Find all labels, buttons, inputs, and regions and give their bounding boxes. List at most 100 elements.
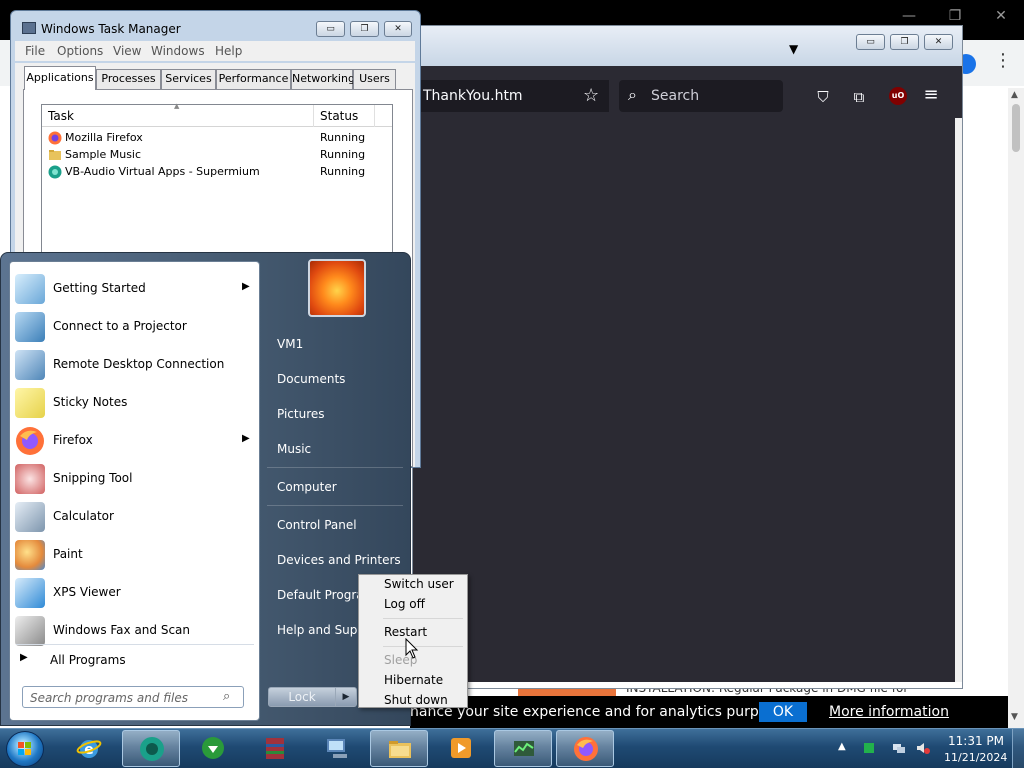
task-manager-app-icon <box>22 22 36 34</box>
program-getting-started[interactable]: Getting Started ▶ <box>12 270 258 308</box>
menu-view[interactable]: View <box>113 44 141 58</box>
program-remote-desktop[interactable]: Remote Desktop Connection <box>12 346 258 384</box>
link-vm1[interactable]: VM1 <box>267 329 407 359</box>
taskbar-supermium[interactable] <box>122 730 180 767</box>
start-button[interactable] <box>6 731 44 767</box>
search-icon[interactable]: ⌕ <box>223 689 230 704</box>
taskbar-network-app[interactable] <box>308 730 366 767</box>
taskbar-download-manager[interactable] <box>184 730 242 767</box>
program-sticky-notes[interactable]: Sticky Notes <box>12 384 258 422</box>
taskbar-firefox[interactable] <box>556 730 614 767</box>
taskbar-task-manager[interactable] <box>494 730 552 767</box>
tab-users[interactable]: Users <box>353 69 396 89</box>
table-row[interactable]: Mozilla Firefox Running <box>46 130 386 147</box>
task-manager-close-button[interactable]: ✕ <box>384 21 412 37</box>
link-control-panel[interactable]: Control Panel <box>267 510 407 540</box>
user-picture-avatar[interactable] <box>308 259 366 317</box>
pocket-icon[interactable]: ⛉ <box>813 88 833 106</box>
all-programs-button[interactable]: ▶ All Programs <box>12 648 258 670</box>
background-close-button[interactable]: ✕ <box>978 8 1024 24</box>
task-name: Sample Music <box>65 148 142 161</box>
link-documents[interactable]: Documents <box>267 364 407 394</box>
task-list-header: Task ▲ Status <box>42 102 392 127</box>
column-divider[interactable] <box>374 105 375 127</box>
chevron-down-icon[interactable]: ▼ <box>789 42 798 56</box>
firefox-minimize-button[interactable]: ▭ <box>856 34 885 50</box>
link-music[interactable]: Music <box>267 434 407 464</box>
volume-muted-icon[interactable] <box>916 741 930 755</box>
cookie-more-info-link[interactable]: More information <box>829 704 949 720</box>
task-manager-titlebar[interactable]: Windows Task Manager ▭ ❐ ✕ <box>11 11 420 39</box>
show-desktop-button[interactable] <box>1012 729 1024 768</box>
program-firefox[interactable]: Firefox ▶ <box>12 422 258 460</box>
program-snipping-tool[interactable]: Snipping Tool <box>12 460 258 498</box>
taskbar-internet-explorer[interactable]: e <box>60 730 118 767</box>
tab-networking[interactable]: Networking <box>291 69 355 89</box>
cookie-ok-button[interactable]: OK <box>759 702 807 722</box>
scroll-up-arrow-icon[interactable]: ▲ <box>1011 90 1018 100</box>
sticky-notes-icon <box>15 388 45 418</box>
link-computer[interactable]: Computer <box>267 472 407 502</box>
scroll-down-arrow-icon[interactable]: ▼ <box>1011 712 1018 722</box>
firefox-close-button[interactable]: ✕ <box>924 34 953 50</box>
program-xps-viewer[interactable]: XPS Viewer <box>12 574 258 612</box>
hamburger-menu-icon[interactable]: ≡ <box>921 84 941 105</box>
divider <box>383 618 463 619</box>
task-manager-restore-button[interactable]: ❐ <box>350 21 379 37</box>
taskbar-windows-explorer[interactable] <box>370 730 428 767</box>
network-icon[interactable] <box>892 741 906 755</box>
task-manager-minimize-button[interactable]: ▭ <box>316 21 345 37</box>
graphics-tray-icon[interactable] <box>862 741 876 755</box>
menu-item-log-off[interactable]: Log off <box>361 595 465 615</box>
link-label: Devices and Printers <box>277 553 401 567</box>
menu-file[interactable]: File <box>25 44 45 58</box>
extensions-icon[interactable]: ⧉ <box>849 88 869 106</box>
table-row[interactable]: VB-Audio Virtual Apps - Supermium Runnin… <box>46 164 386 181</box>
program-paint[interactable]: Paint <box>12 536 258 574</box>
column-task[interactable]: Task <box>48 109 74 123</box>
search-input[interactable]: ⌕ Search <box>619 80 783 112</box>
taskbar-winrar[interactable] <box>246 730 304 767</box>
column-divider[interactable] <box>313 105 314 127</box>
power-options-arrow-button[interactable]: ▶ <box>336 687 357 707</box>
background-minimize-button[interactable]: — <box>886 8 932 24</box>
clock-date[interactable]: 11/21/2024 <box>944 751 1007 764</box>
link-pictures[interactable]: Pictures <box>267 399 407 429</box>
ublock-origin-icon[interactable]: uO <box>889 87 907 105</box>
bookmark-star-icon[interactable]: ☆ <box>583 85 599 106</box>
program-calculator[interactable]: Calculator <box>12 498 258 536</box>
clock-time[interactable]: 11:31 PM <box>948 734 1004 748</box>
folder-icon <box>49 150 61 160</box>
scrollbar-thumb[interactable] <box>1012 104 1020 152</box>
start-search-input[interactable]: Search programs and files ⌕ <box>22 686 244 708</box>
calculator-icon <box>15 502 45 532</box>
column-status[interactable]: Status <box>320 109 358 123</box>
program-label: Connect to a Projector <box>53 319 187 333</box>
task-status: Running <box>320 165 366 178</box>
firefox-restore-button[interactable]: ❐ <box>890 34 919 50</box>
address-bar[interactable]: ThankYou.htm ☆ <box>413 80 609 112</box>
tab-applications[interactable]: Applications <box>24 66 96 90</box>
program-connect-projector[interactable]: Connect to a Projector <box>12 308 258 346</box>
tab-performance[interactable]: Performance <box>216 69 291 89</box>
menu-item-switch-user[interactable]: Switch user <box>361 575 465 595</box>
tab-processes[interactable]: Processes <box>96 69 161 89</box>
menu-options[interactable]: Options <box>57 44 103 58</box>
cookie-consent-bar: hance your site experience and for analy… <box>410 696 1008 728</box>
show-hidden-icons-button[interactable]: ▲ <box>838 741 846 752</box>
firefox-page-content[interactable] <box>413 118 955 682</box>
background-restore-button[interactable]: ❐ <box>932 8 978 24</box>
background-scrollbar[interactable]: ▲ ▼ <box>1008 88 1024 728</box>
lock-button[interactable]: Lock <box>268 687 336 707</box>
menu-help[interactable]: Help <box>215 44 242 58</box>
link-devices-printers[interactable]: Devices and Printers <box>267 545 407 575</box>
background-browser-menu-button[interactable]: ⋮ <box>994 50 1012 71</box>
menu-item-hibernate[interactable]: Hibernate <box>361 671 465 691</box>
tab-services[interactable]: Services <box>161 69 216 89</box>
menu-windows[interactable]: Windows <box>151 44 205 58</box>
taskbar-media-player[interactable] <box>432 730 490 767</box>
menu-item-shut-down[interactable]: Shut down <box>361 691 465 711</box>
firefox-titlebar[interactable]: ▼ ▭ ❐ ✕ <box>413 26 962 66</box>
table-row[interactable]: Sample Music Running <box>46 147 386 164</box>
internet-explorer-icon: e <box>76 740 102 758</box>
